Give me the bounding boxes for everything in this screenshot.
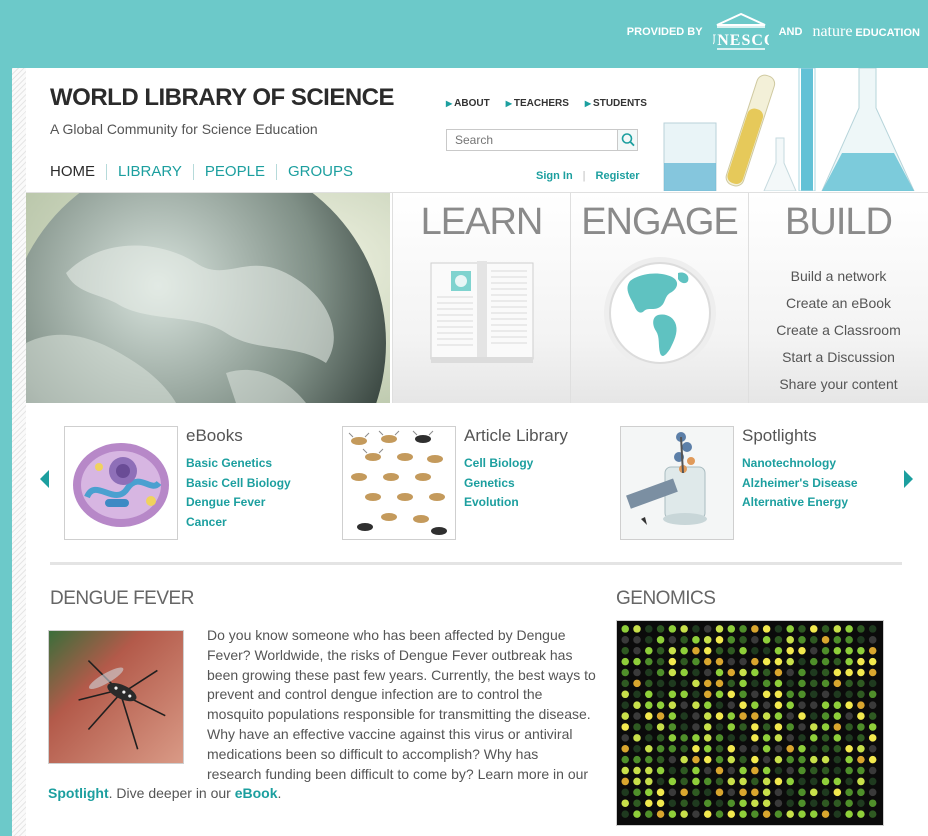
dengue-heading: DENGUE FEVER bbox=[50, 588, 194, 609]
spotlights-list: Nanotechnology Alzheimer's Disease Alter… bbox=[742, 454, 858, 513]
ebooks-list: Basic Genetics Basic Cell Biology Dengue… bbox=[186, 454, 291, 532]
learn-heading: LEARN bbox=[420, 201, 544, 243]
main-nav: HOME LIBRARY PEOPLE GROUPS bbox=[50, 164, 364, 180]
globe-hero-image[interactable] bbox=[26, 193, 390, 403]
mosquito-photo[interactable] bbox=[48, 630, 184, 764]
genomics-heading: GENOMICS bbox=[616, 588, 716, 609]
featured-carousel: eBooks Basic Genetics Basic Cell Biology… bbox=[26, 418, 928, 548]
engage-heading: ENGAGE bbox=[581, 201, 739, 243]
ebooks-title[interactable]: eBooks bbox=[186, 426, 243, 446]
ebook-link[interactable]: Cancer bbox=[186, 513, 291, 533]
ebooks-thumbnail[interactable] bbox=[64, 426, 178, 540]
nav-library[interactable]: LIBRARY bbox=[106, 164, 193, 180]
nature-education-logo[interactable]: nature EDUCATION bbox=[812, 23, 920, 41]
spotlights-title[interactable]: Spotlights bbox=[742, 426, 817, 446]
spotlight-link[interactable]: Alzheimer's Disease bbox=[742, 474, 858, 494]
nanotech-illustration-icon bbox=[621, 427, 733, 539]
unesco-logo-text: UNESCO bbox=[713, 32, 769, 49]
provided-by: PROVIDED BY UNESCO AND nature EDUCATION bbox=[627, 12, 920, 52]
top-banner: PROVIDED BY UNESCO AND nature EDUCATION bbox=[0, 0, 928, 68]
util-students-label: STUDENTS bbox=[593, 98, 647, 109]
utility-nav: ▶ ABOUT ▶ TEACHERS ▶ STUDENTS bbox=[446, 98, 647, 109]
education-word: EDUCATION bbox=[855, 27, 920, 39]
build-item[interactable]: Create an eBook bbox=[749, 290, 928, 317]
util-students[interactable]: ▶ STUDENTS bbox=[585, 98, 647, 109]
build-heading: BUILD bbox=[785, 201, 893, 243]
ebook-link[interactable]: Basic Genetics bbox=[186, 454, 291, 474]
nav-groups[interactable]: GROUPS bbox=[275, 164, 364, 180]
spotlight-link[interactable]: Alternative Energy bbox=[742, 493, 858, 513]
util-teachers[interactable]: ▶ TEACHERS bbox=[506, 98, 569, 109]
register-link[interactable]: Register bbox=[596, 170, 640, 182]
arrow-right-icon: ▶ bbox=[584, 99, 592, 108]
carousel-prev-icon[interactable] bbox=[40, 470, 49, 488]
and-label: AND bbox=[778, 26, 803, 38]
open-book-icon bbox=[430, 261, 534, 363]
article-link[interactable]: Cell Biology bbox=[464, 454, 533, 474]
hero-row: LEARN ENGAGE BUILD Build a network Creat… bbox=[26, 192, 928, 403]
auth-separator: | bbox=[582, 170, 586, 182]
util-about[interactable]: ▶ ABOUT bbox=[446, 98, 490, 109]
sign-in-link[interactable]: Sign In bbox=[536, 170, 573, 182]
articles-thumbnail[interactable] bbox=[342, 426, 456, 540]
nature-word: nature bbox=[812, 23, 853, 40]
site-title[interactable]: WORLD LIBRARY OF SCIENCE bbox=[50, 84, 395, 112]
util-teachers-label: TEACHERS bbox=[513, 98, 569, 109]
globe-americas-icon bbox=[604, 257, 716, 369]
lab-glassware-image bbox=[654, 68, 928, 191]
learn-panel[interactable]: LEARN bbox=[392, 193, 570, 403]
build-item[interactable]: Build a network bbox=[749, 263, 928, 290]
article-link[interactable]: Genetics bbox=[464, 474, 533, 494]
main-panel: WORLD LIBRARY OF SCIENCE A Global Commun… bbox=[26, 68, 928, 836]
build-panel: BUILD Build a network Create an eBook Cr… bbox=[748, 193, 928, 403]
section-divider bbox=[50, 562, 902, 565]
dengue-text-part: . bbox=[277, 785, 282, 802]
provided-by-label: PROVIDED BY bbox=[626, 26, 703, 38]
nav-people[interactable]: PEOPLE bbox=[192, 164, 276, 180]
util-about-label: ABOUT bbox=[454, 98, 490, 109]
nav-home[interactable]: HOME bbox=[50, 164, 106, 180]
arrow-right-icon: ▶ bbox=[446, 99, 453, 108]
unesco-logo-icon[interactable]: UNESCO bbox=[713, 12, 769, 52]
fruit-flies-icon bbox=[348, 430, 447, 535]
build-list: Build a network Create an eBook Create a… bbox=[749, 263, 928, 398]
dengue-text-part: Do you know someone who has been affecte… bbox=[207, 627, 596, 782]
engage-panel[interactable]: ENGAGE bbox=[570, 193, 748, 403]
ebook-link[interactable]: Basic Cell Biology bbox=[186, 474, 291, 494]
build-item[interactable]: Share your content bbox=[749, 371, 928, 398]
arrow-right-icon: ▶ bbox=[505, 99, 512, 108]
spotlights-thumbnail[interactable] bbox=[620, 426, 734, 540]
build-item[interactable]: Create a Classroom bbox=[749, 317, 928, 344]
ebook-link[interactable]: Dengue Fever bbox=[186, 493, 291, 513]
ebook-link[interactable]: eBook bbox=[235, 785, 278, 801]
dengue-article-text: Do you know someone who has been affecte… bbox=[48, 626, 596, 804]
spotlight-link[interactable]: Spotlight bbox=[48, 785, 109, 801]
spotlight-link[interactable]: Nanotechnology bbox=[742, 454, 858, 474]
dengue-text-part: . Dive deeper in our bbox=[108, 785, 235, 802]
articles-list: Cell Biology Genetics Evolution bbox=[464, 454, 533, 513]
site-subtitle: A Global Community for Science Education bbox=[50, 121, 318, 137]
auth-links: Sign In | Register bbox=[536, 170, 640, 182]
cell-illustration-icon bbox=[73, 443, 169, 527]
genomics-microarray-image[interactable] bbox=[616, 620, 884, 826]
mosquito-float bbox=[48, 630, 188, 768]
search-input[interactable] bbox=[447, 130, 617, 150]
carousel-next-icon[interactable] bbox=[904, 470, 913, 488]
article-link[interactable]: Evolution bbox=[464, 493, 533, 513]
search-icon[interactable] bbox=[617, 130, 637, 150]
build-item[interactable]: Start a Discussion bbox=[749, 344, 928, 371]
articles-title[interactable]: Article Library bbox=[464, 426, 568, 446]
search-box bbox=[446, 129, 638, 151]
